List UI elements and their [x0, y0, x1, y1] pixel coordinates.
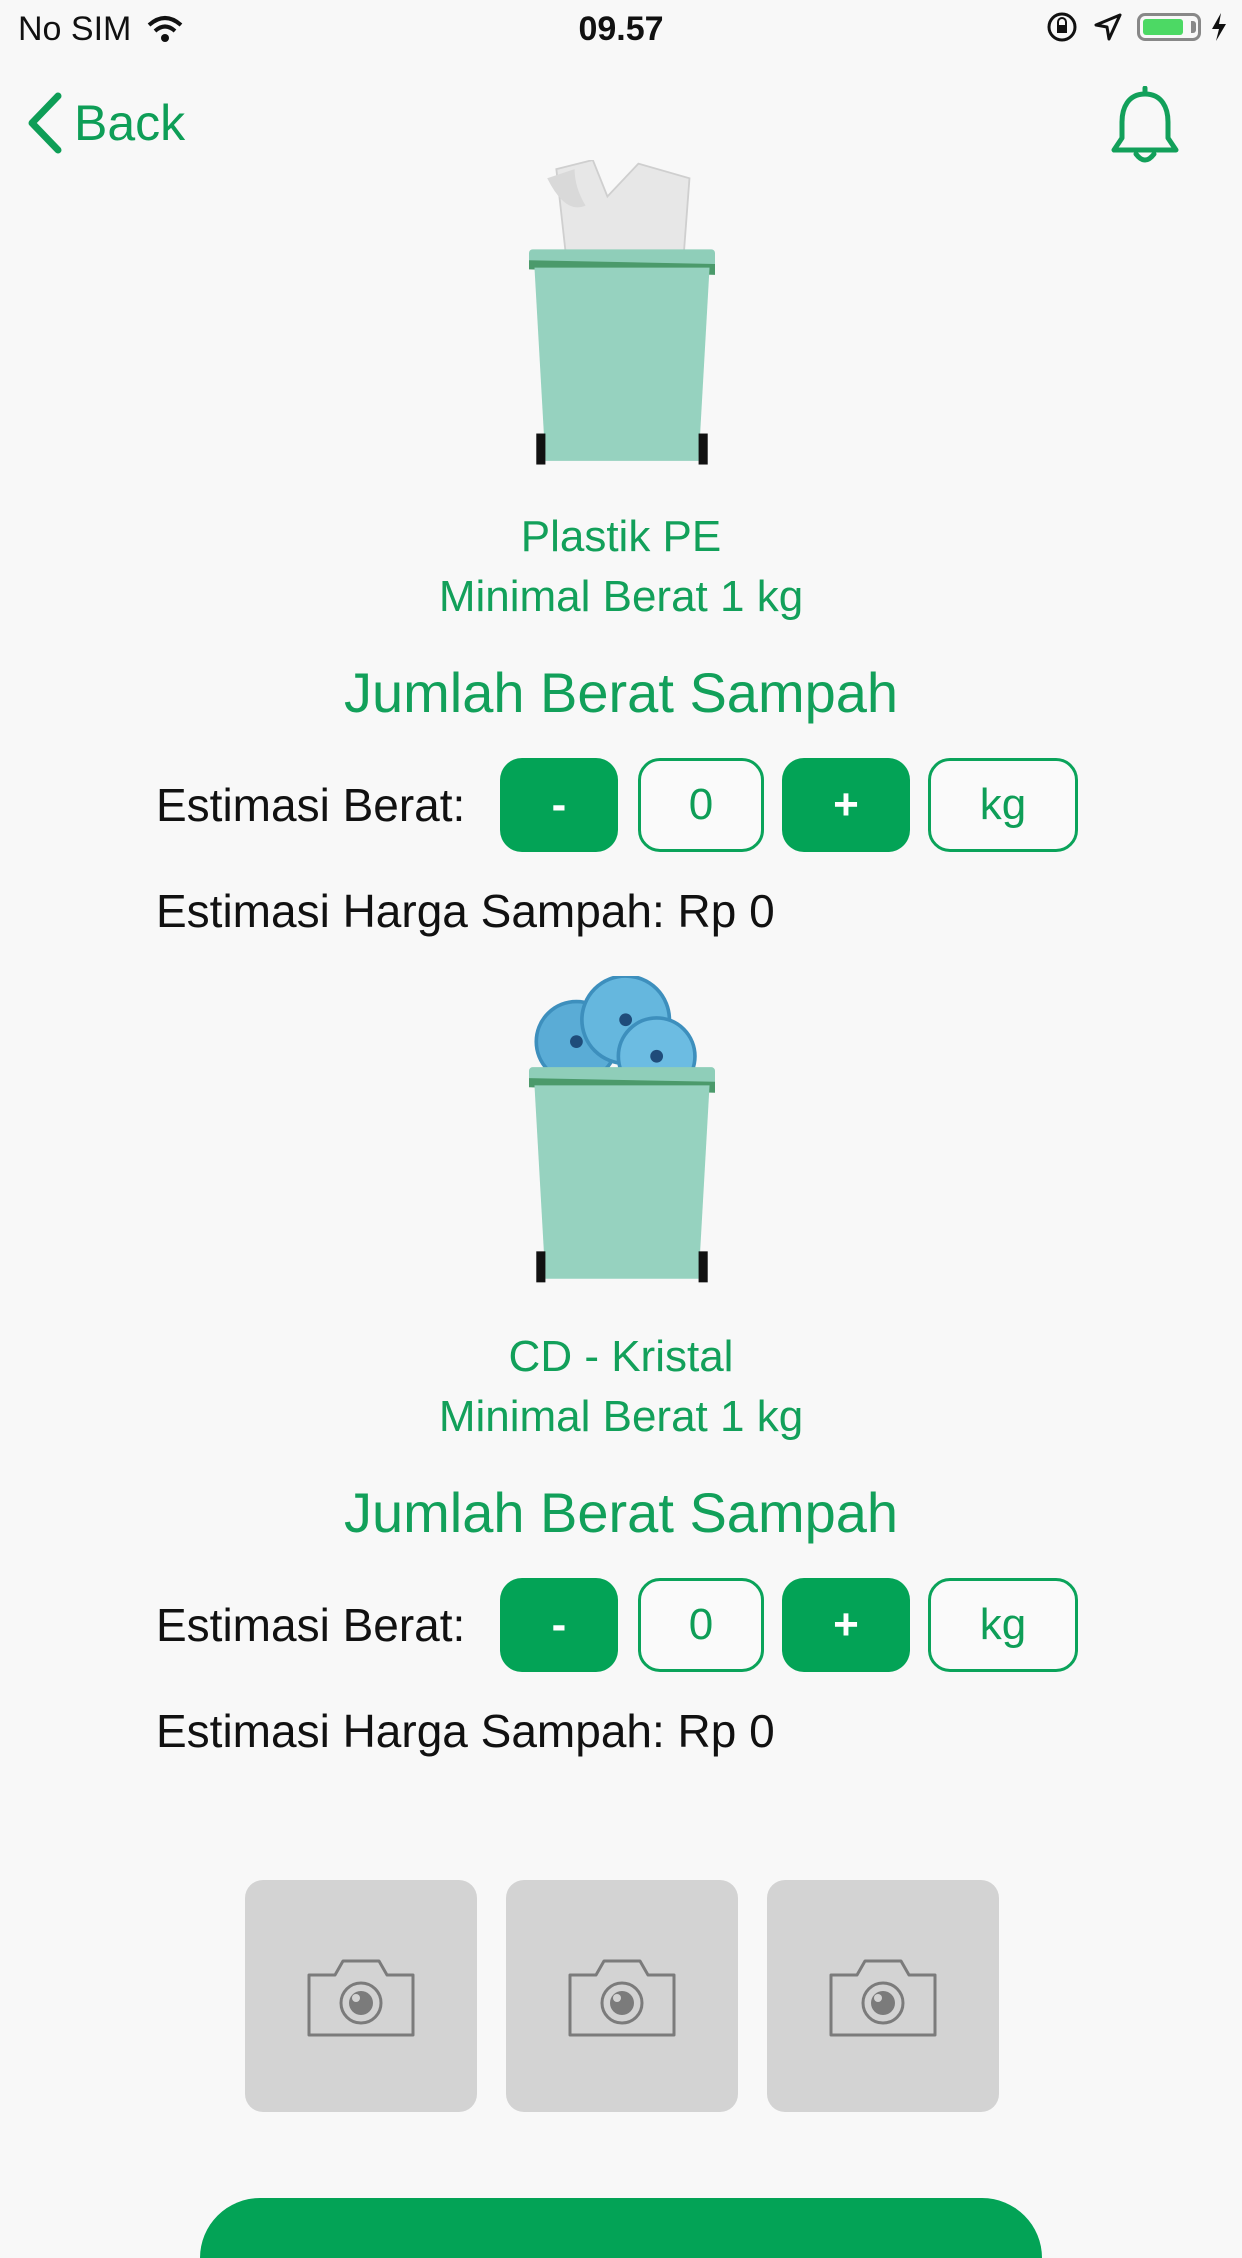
chevron-left-icon: [28, 92, 62, 154]
battery-icon: [1137, 13, 1201, 41]
weight-input[interactable]: 0: [638, 758, 764, 852]
camera-icon: [307, 1959, 415, 2037]
weight-input[interactable]: 0: [638, 1578, 764, 1672]
min-weight-label: Minimal Berat 1 kg: [438, 572, 804, 621]
estimate-weight-label: Estimasi Berat:: [156, 1599, 466, 1651]
orientation-lock-icon: [1047, 12, 1077, 42]
estimate-weight-label: Estimasi Berat:: [156, 779, 466, 831]
unit-selector[interactable]: kg: [928, 1578, 1078, 1672]
price-estimate: Estimasi Harga Sampah: Rp 0: [156, 885, 775, 937]
status-bar: No SIM 09.57: [0, 0, 1242, 60]
photo-slot-2[interactable]: [506, 1880, 738, 2112]
camera-icon: [829, 1959, 937, 2037]
back-label: Back: [74, 95, 186, 151]
section-title: Jumlah Berat Sampah: [343, 1481, 899, 1544]
increase-weight-button[interactable]: +: [782, 758, 910, 852]
camera-icon: [568, 1959, 676, 2037]
photo-slot-1[interactable]: [245, 1880, 477, 2112]
cd-bin-icon: [529, 976, 715, 1283]
charging-icon: [1212, 13, 1226, 41]
increase-weight-button[interactable]: +: [782, 1578, 910, 1672]
plastic-bin-icon: [529, 160, 715, 465]
section-title: Jumlah Berat Sampah: [343, 661, 899, 724]
price-estimate: Estimasi Harga Sampah: Rp 0: [156, 1705, 775, 1757]
location-icon: [1094, 13, 1122, 41]
item-name: CD - Kristal: [508, 1332, 734, 1381]
back-button[interactable]: Back: [24, 92, 185, 154]
min-weight-label: Minimal Berat 1 kg: [438, 1392, 804, 1441]
item-name: Plastik PE: [520, 512, 722, 561]
unit-selector[interactable]: kg: [928, 758, 1078, 852]
bell-icon[interactable]: [1106, 86, 1184, 170]
decrease-weight-button[interactable]: -: [500, 758, 618, 852]
decrease-weight-button[interactable]: -: [500, 1578, 618, 1672]
submit-button[interactable]: [200, 2198, 1042, 2258]
photo-slot-3[interactable]: [767, 1880, 999, 2112]
